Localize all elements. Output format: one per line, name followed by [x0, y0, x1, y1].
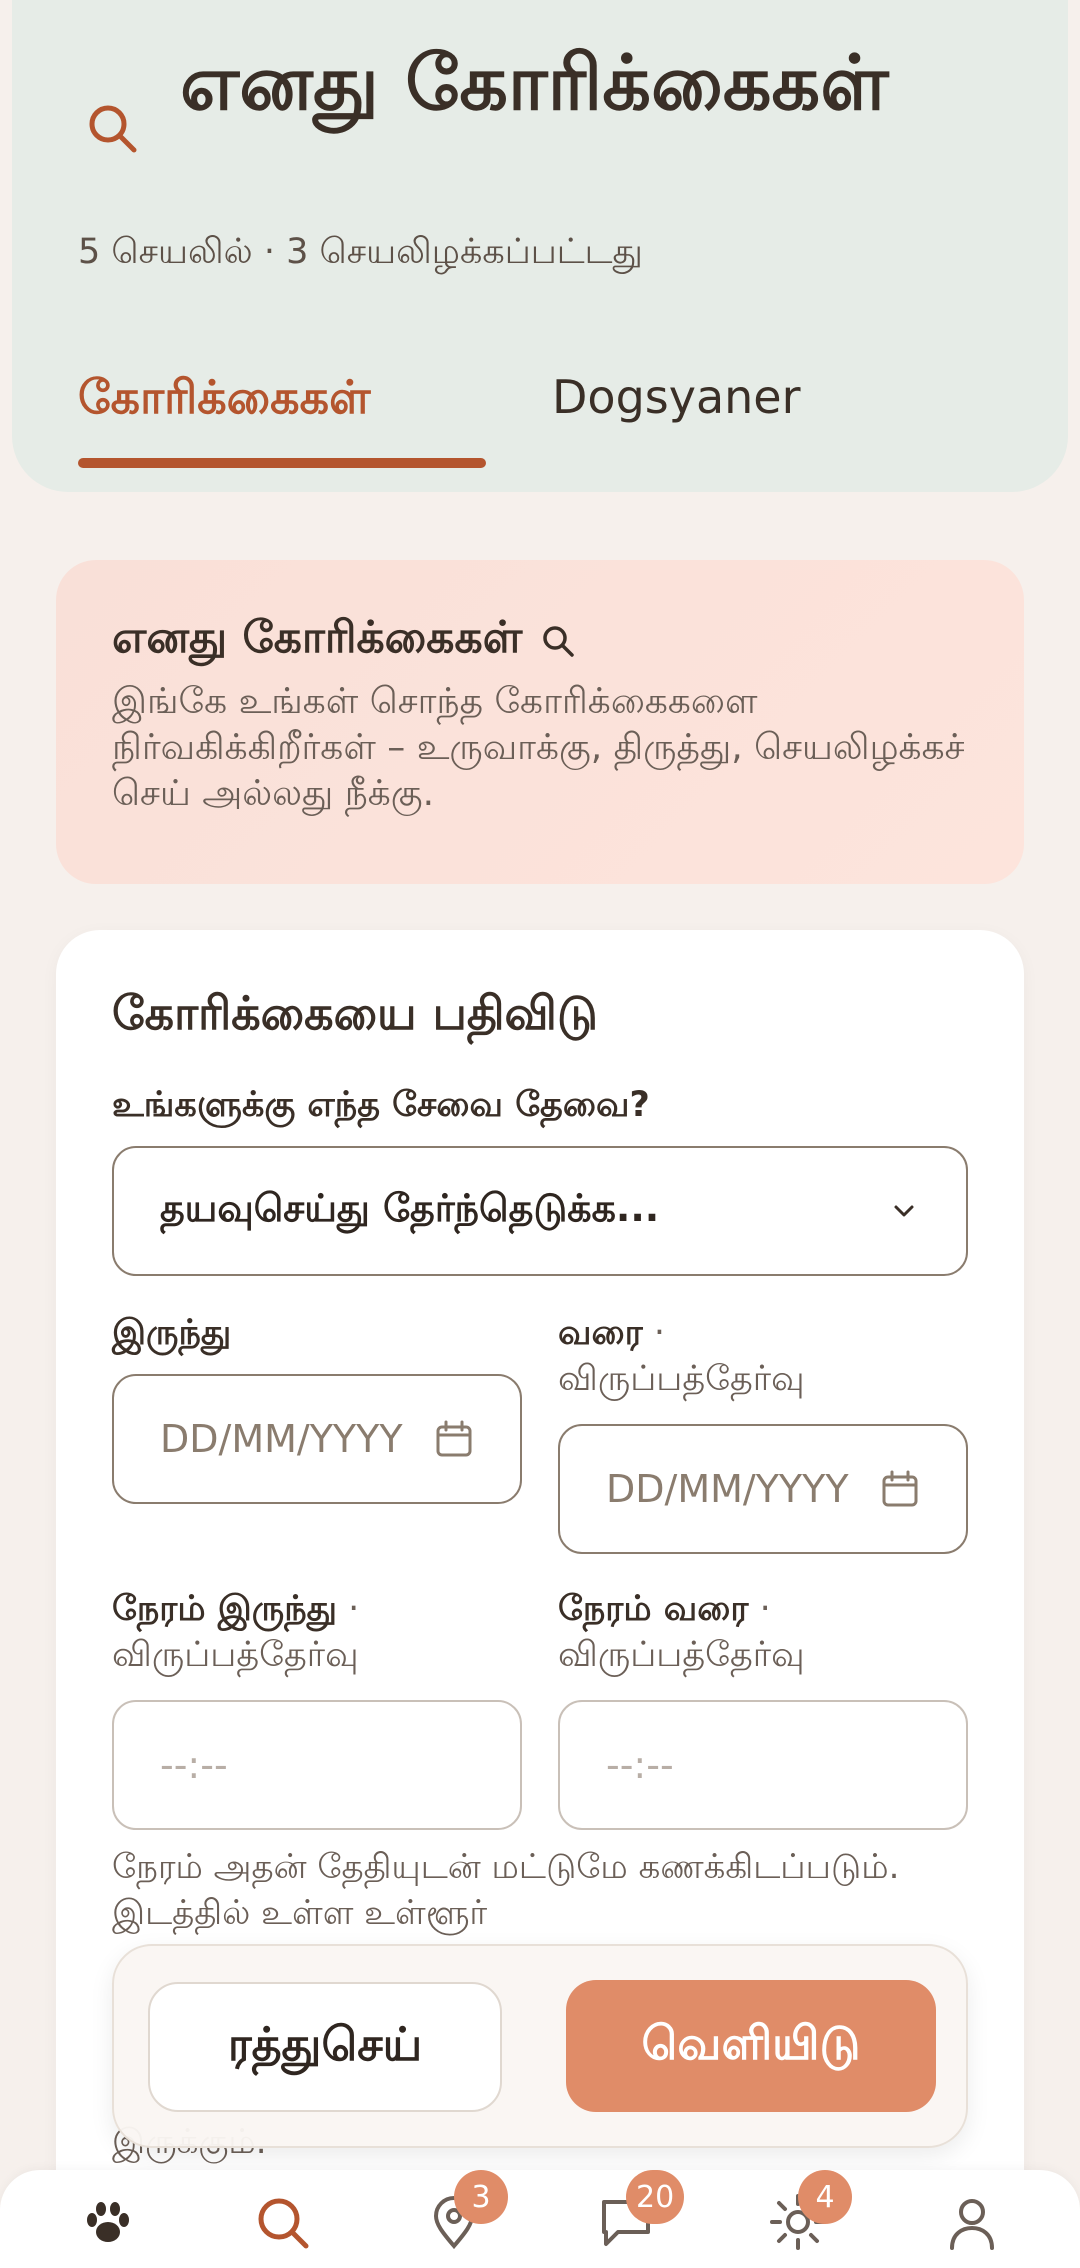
sun-badge: 4	[798, 2170, 852, 2224]
nav-messages[interactable]: 20	[596, 2170, 685, 2252]
time-from-label: நேரம் இருந்து · விருப்பத்தேர்வு	[112, 1589, 360, 1675]
tab-requests[interactable]: கோரிக்கைகள்	[78, 362, 371, 432]
search-icon[interactable]	[84, 100, 140, 156]
search-icon	[258, 2198, 309, 2249]
page-title: எனது கோரிக்கைகள்	[180, 38, 889, 127]
nav-profile[interactable]	[942, 2192, 1002, 2252]
to-date-label-text: வரை	[558, 1313, 643, 1353]
service-select[interactable]: தயவுசெய்து தேர்ந்தெடுக்க...	[112, 1146, 968, 1276]
to-date-placeholder: DD/MM/YYYY	[606, 1467, 849, 1511]
bottom-nav: 3 20 4	[0, 2170, 1080, 2268]
helper-text: நேரம் அதன் தேதியுடன் மட்டுமே கணக்கிடப்பட…	[112, 1847, 900, 1933]
tab-bar: கோரிக்கைகள் Dogsyaner	[78, 362, 1028, 472]
info-title-text: எனது கோரிக்கைகள்	[112, 612, 523, 663]
time-to-input[interactable]: --:--	[558, 1700, 968, 1830]
from-date-input[interactable]: DD/MM/YYYY	[112, 1374, 522, 1504]
header: எனது கோரிக்கைகள் 5 செயலில் · 3 செயலிழக்க…	[12, 0, 1068, 492]
search-icon	[543, 625, 575, 657]
chevron-down-icon	[894, 1205, 914, 1217]
calendar-icon	[436, 1420, 472, 1457]
info-text: இங்கே உங்கள் சொந்த கோரிக்கைகளை நிர்வகிக்…	[112, 681, 965, 814]
info-title: எனது கோரிக்கைகள்	[112, 612, 968, 669]
time-from-placeholder: --:--	[160, 1743, 228, 1787]
paw-icon	[87, 2202, 129, 2242]
time-to-label: நேரம் வரை · விருப்பத்தேர்வு	[558, 1589, 805, 1675]
action-bar: ரத்துசெய் வெளியிடு	[112, 1944, 968, 2148]
form-title: கோரிக்கையை பதிவிடு	[112, 986, 598, 1040]
nav-paw[interactable]	[78, 2192, 138, 2252]
tab-active-indicator	[78, 458, 486, 468]
nav-location[interactable]: 3	[424, 2170, 508, 2252]
time-to-label-text: நேரம் வரை	[558, 1589, 749, 1629]
messages-badge: 20	[626, 2170, 685, 2224]
cancel-button[interactable]: ரத்துசெய்	[148, 1982, 502, 2112]
publish-button[interactable]: வெளியிடு	[566, 1980, 936, 2112]
from-date-label: இருந்து	[112, 1313, 232, 1353]
tab-dogsyaner[interactable]: Dogsyaner	[552, 362, 801, 432]
user-icon	[950, 2199, 994, 2250]
page-subtitle: 5 செயலில் · 3 செயலிழக்கப்பட்டது	[78, 232, 643, 272]
from-date-placeholder: DD/MM/YYYY	[160, 1417, 403, 1461]
info-card: எனது கோரிக்கைகள் இங்கே உங்கள் சொந்த கோரி…	[56, 560, 1024, 884]
time-to-placeholder: --:--	[606, 1743, 674, 1787]
calendar-icon	[882, 1470, 918, 1507]
time-from-label-text: நேரம் இருந்து	[112, 1589, 338, 1629]
service-label: உங்களுக்கு எந்த சேவை தேவை?	[112, 1085, 650, 1125]
time-from-input[interactable]: --:--	[112, 1700, 522, 1830]
location-badge: 3	[454, 2170, 508, 2224]
to-date-label: வரை · விருப்பத்தேர்வு	[558, 1313, 805, 1399]
service-select-value: தயவுசெய்து தேர்ந்தெடுக்க...	[160, 1186, 660, 1230]
to-date-input[interactable]: DD/MM/YYYY	[558, 1424, 968, 1554]
optional-text: விருப்பத்தேர்வு	[112, 1635, 359, 1675]
nav-search[interactable]	[252, 2192, 312, 2252]
optional-text: விருப்பத்தேர்வு	[558, 1635, 805, 1675]
optional-text: விருப்பத்தேர்வு	[558, 1359, 805, 1399]
nav-sun[interactable]: 4	[768, 2170, 852, 2252]
